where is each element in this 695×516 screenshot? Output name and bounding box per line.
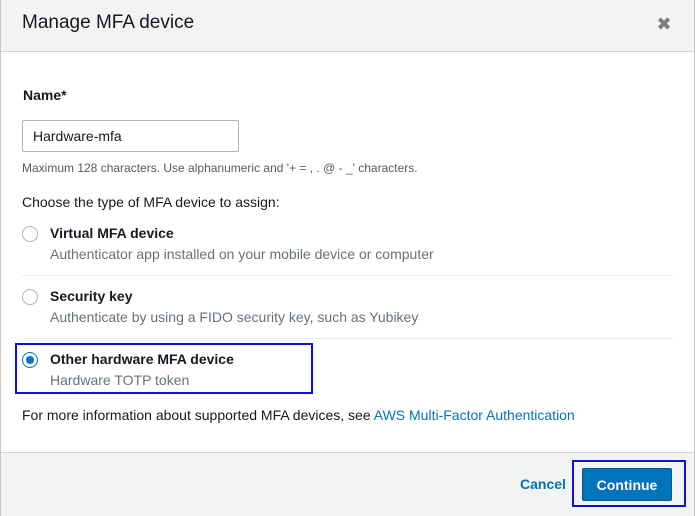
dialog-header: Manage MFA device ✖ [1,0,694,52]
option-title: Virtual MFA device [50,225,174,241]
option-virtual-mfa[interactable]: Virtual MFA device Authenticator app ins… [1,220,695,280]
cancel-button[interactable]: Cancel [520,476,566,492]
info-text: For more information about supported MFA… [22,407,575,423]
option-description: Authenticator app installed on your mobi… [50,246,434,262]
aws-mfa-link[interactable]: AWS Multi-Factor Authentication [374,407,575,423]
radio-security-key[interactable] [22,289,38,305]
option-title: Security key [50,288,133,304]
option-description: Authenticate by using a FIDO security ke… [50,309,419,325]
device-type-prompt: Choose the type of MFA device to assign: [22,194,280,210]
dialog-title: Manage MFA device [22,12,195,33]
continue-button[interactable]: Continue [582,468,672,501]
info-text-body: For more information about supported MFA… [22,407,374,423]
selection-highlight-box [15,343,313,394]
close-icon[interactable]: ✖ [654,14,674,34]
option-security-key[interactable]: Security key Authenticate by using a FID… [1,283,695,343]
name-label: Name* [23,87,67,103]
name-input[interactable] [22,120,239,152]
manage-mfa-dialog: Manage MFA device ✖ Name* Maximum 128 ch… [0,0,695,516]
name-hint: Maximum 128 characters. Use alphanumeric… [22,161,418,175]
radio-virtual-mfa[interactable] [22,226,38,242]
dialog-footer: Cancel Continue [1,452,694,516]
divider [22,338,673,339]
divider [22,275,673,276]
